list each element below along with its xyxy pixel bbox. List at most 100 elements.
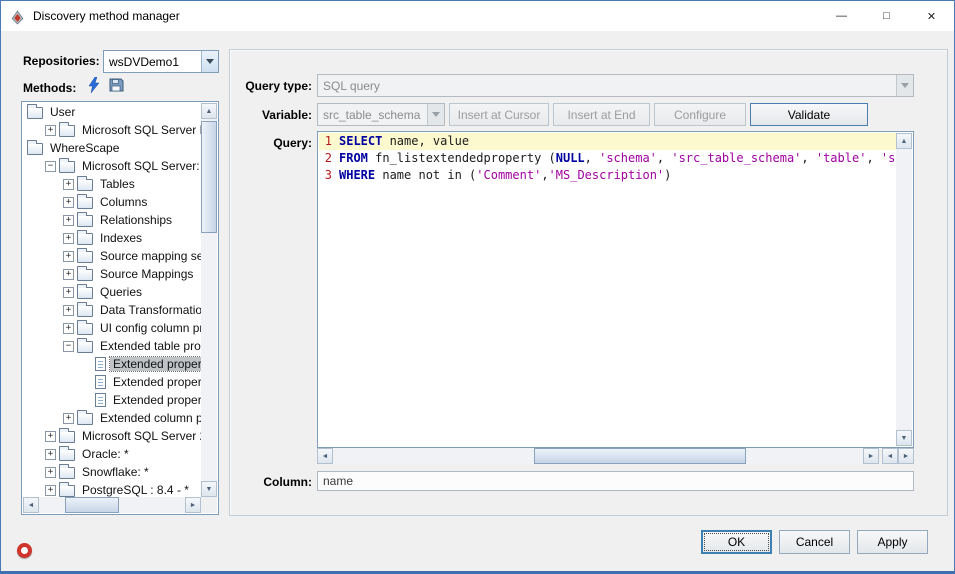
repository-value: wsDVDemo1	[104, 55, 201, 69]
apply-button[interactable]: Apply	[857, 530, 928, 554]
expand-icon[interactable]: +	[63, 269, 74, 280]
expand-icon[interactable]: +	[63, 413, 74, 424]
tree-item-label: Data Transformations	[97, 303, 201, 317]
expand-icon[interactable]: +	[45, 125, 56, 136]
code-line[interactable]: 2FROM fn_listextendedproperty (NULL, 'sc…	[319, 150, 896, 167]
expand-icon[interactable]: +	[63, 233, 74, 244]
code-token: ,	[585, 151, 599, 165]
tree-item[interactable]: Extended property	[23, 355, 201, 373]
code-token: ,	[657, 151, 671, 165]
expand-icon[interactable]: +	[45, 449, 56, 460]
ok-button[interactable]: OK	[701, 530, 772, 554]
query-editor[interactable]: 1SELECT name, value2FROM fn_listextended…	[317, 131, 914, 448]
collapse-icon[interactable]: −	[63, 341, 74, 352]
tree-item[interactable]: Extended property	[23, 373, 201, 391]
tree-hscroll-track[interactable]	[39, 497, 185, 513]
scroll-up-icon[interactable]: ▲	[201, 103, 217, 119]
folder-icon	[77, 287, 93, 299]
scrollbar-corner	[201, 497, 217, 513]
expand-icon[interactable]: +	[63, 179, 74, 190]
tree-item[interactable]: +Snowflake: *	[23, 463, 201, 481]
tree-vscroll-thumb[interactable]	[201, 121, 217, 233]
tree-item[interactable]: +Microsoft SQL Server 2000	[23, 427, 201, 445]
scroll-left-icon[interactable]: ◄	[882, 448, 898, 464]
tree-item[interactable]: + Source mapping sets	[23, 247, 201, 265]
query-code[interactable]: 1SELECT name, value2FROM fn_listextended…	[319, 133, 896, 446]
tree-item[interactable]: +Indexes	[23, 229, 201, 247]
expand-icon[interactable]: +	[63, 215, 74, 226]
tree-item[interactable]: + UI config column prope	[23, 319, 201, 337]
tree-vertical-scrollbar[interactable]: ▲ ▼	[201, 103, 217, 497]
tree-item[interactable]: + Tables	[23, 175, 201, 193]
folder-icon	[27, 107, 43, 119]
tree-item[interactable]: + PostgreSQL : 8.4 - *	[23, 481, 201, 497]
editor-hscroll-track[interactable]	[333, 448, 863, 464]
tree-item[interactable]: User	[23, 103, 201, 121]
tree-item[interactable]: −Microsoft SQL Server: 9.0 -	[23, 157, 201, 175]
code-token: name not in (	[375, 168, 476, 182]
tree-item-label: Extended table propert	[97, 339, 201, 353]
scroll-right-icon[interactable]: ►	[185, 497, 201, 513]
save-methods-icon[interactable]	[107, 76, 125, 94]
scroll-right-icon[interactable]: ►	[863, 448, 879, 464]
folder-icon	[77, 251, 93, 263]
tree-item[interactable]: +Microsoft SQL Server HS: S	[23, 121, 201, 139]
tree-item[interactable]: +Relationships	[23, 211, 201, 229]
scroll-down-icon[interactable]: ▼	[896, 430, 912, 446]
dropdown-arrow-icon[interactable]	[201, 51, 218, 72]
tree-item[interactable]: + Data Transformations	[23, 301, 201, 319]
editor-horizontal-scrollbar[interactable]: ◄ ► ◄ ►	[317, 448, 914, 464]
tree-item[interactable]: − Extended table propert	[23, 337, 201, 355]
tree-item[interactable]: WhereScape	[23, 139, 201, 157]
expand-icon[interactable]: +	[45, 467, 56, 478]
folder-icon	[77, 233, 93, 245]
editor-hscroll-thumb[interactable]	[534, 448, 746, 464]
tree-item-label: Tables	[97, 177, 138, 191]
cancel-button[interactable]: Cancel	[779, 530, 850, 554]
tree-item-label: PostgreSQL : 8.4 - *	[79, 483, 192, 497]
maximize-button[interactable]: □	[864, 1, 909, 31]
tree-item[interactable]: Extended property	[23, 391, 201, 409]
tree-vscroll-track[interactable]	[201, 119, 217, 481]
expand-icon[interactable]: +	[63, 323, 74, 334]
tree-item[interactable]: + Queries	[23, 283, 201, 301]
tree-item-label: Queries	[97, 285, 145, 299]
code-line[interactable]: 1SELECT name, value	[319, 133, 896, 150]
scroll-up-icon[interactable]: ▲	[896, 133, 912, 149]
tree-hscroll-thumb[interactable]	[65, 497, 119, 513]
tree-horizontal-scrollbar[interactable]: ◄ ►	[23, 497, 201, 513]
insert-at-end-button: Insert at End	[553, 103, 650, 126]
scroll-left-icon[interactable]: ◄	[23, 497, 39, 513]
document-icon	[95, 375, 106, 389]
code-token: FROM	[339, 151, 368, 165]
tree-item[interactable]: +Oracle: *	[23, 445, 201, 463]
close-button[interactable]: ✕	[909, 1, 954, 31]
tree-item[interactable]: +Source Mappings	[23, 265, 201, 283]
refresh-methods-icon[interactable]	[85, 76, 103, 94]
expand-icon[interactable]: +	[45, 431, 56, 442]
minimize-button[interactable]: —	[819, 1, 864, 31]
tree-item-label: UI config column prope	[97, 321, 201, 335]
validate-button[interactable]: Validate	[750, 103, 868, 126]
title-bar: Discovery method manager — □ ✕	[1, 1, 954, 31]
scroll-down-icon[interactable]: ▼	[201, 481, 217, 497]
column-input[interactable]	[317, 471, 914, 491]
expand-icon[interactable]: +	[63, 251, 74, 262]
code-token: 'src_	[881, 151, 896, 165]
expand-icon[interactable]: +	[63, 287, 74, 298]
scroll-left-icon[interactable]: ◄	[317, 448, 333, 464]
editor-vertical-scrollbar[interactable]: ▲ ▼	[896, 133, 912, 446]
tree-item[interactable]: + Extended column prop	[23, 409, 201, 427]
collapse-icon[interactable]: −	[45, 161, 56, 172]
tree-item-label: Extended column prop	[97, 411, 201, 425]
help-icon[interactable]	[17, 543, 32, 558]
tree-item-label: Source mapping sets	[97, 249, 201, 263]
editor-vscroll-track[interactable]	[896, 149, 912, 430]
code-line[interactable]: 3WHERE name not in ('Comment','MS_Descri…	[319, 167, 896, 184]
repository-select[interactable]: wsDVDemo1	[103, 50, 219, 73]
expand-icon[interactable]: +	[63, 197, 74, 208]
scroll-right-icon[interactable]: ►	[898, 448, 914, 464]
expand-icon[interactable]: +	[63, 305, 74, 316]
tree-item[interactable]: +Columns	[23, 193, 201, 211]
expand-icon[interactable]: +	[45, 485, 56, 496]
